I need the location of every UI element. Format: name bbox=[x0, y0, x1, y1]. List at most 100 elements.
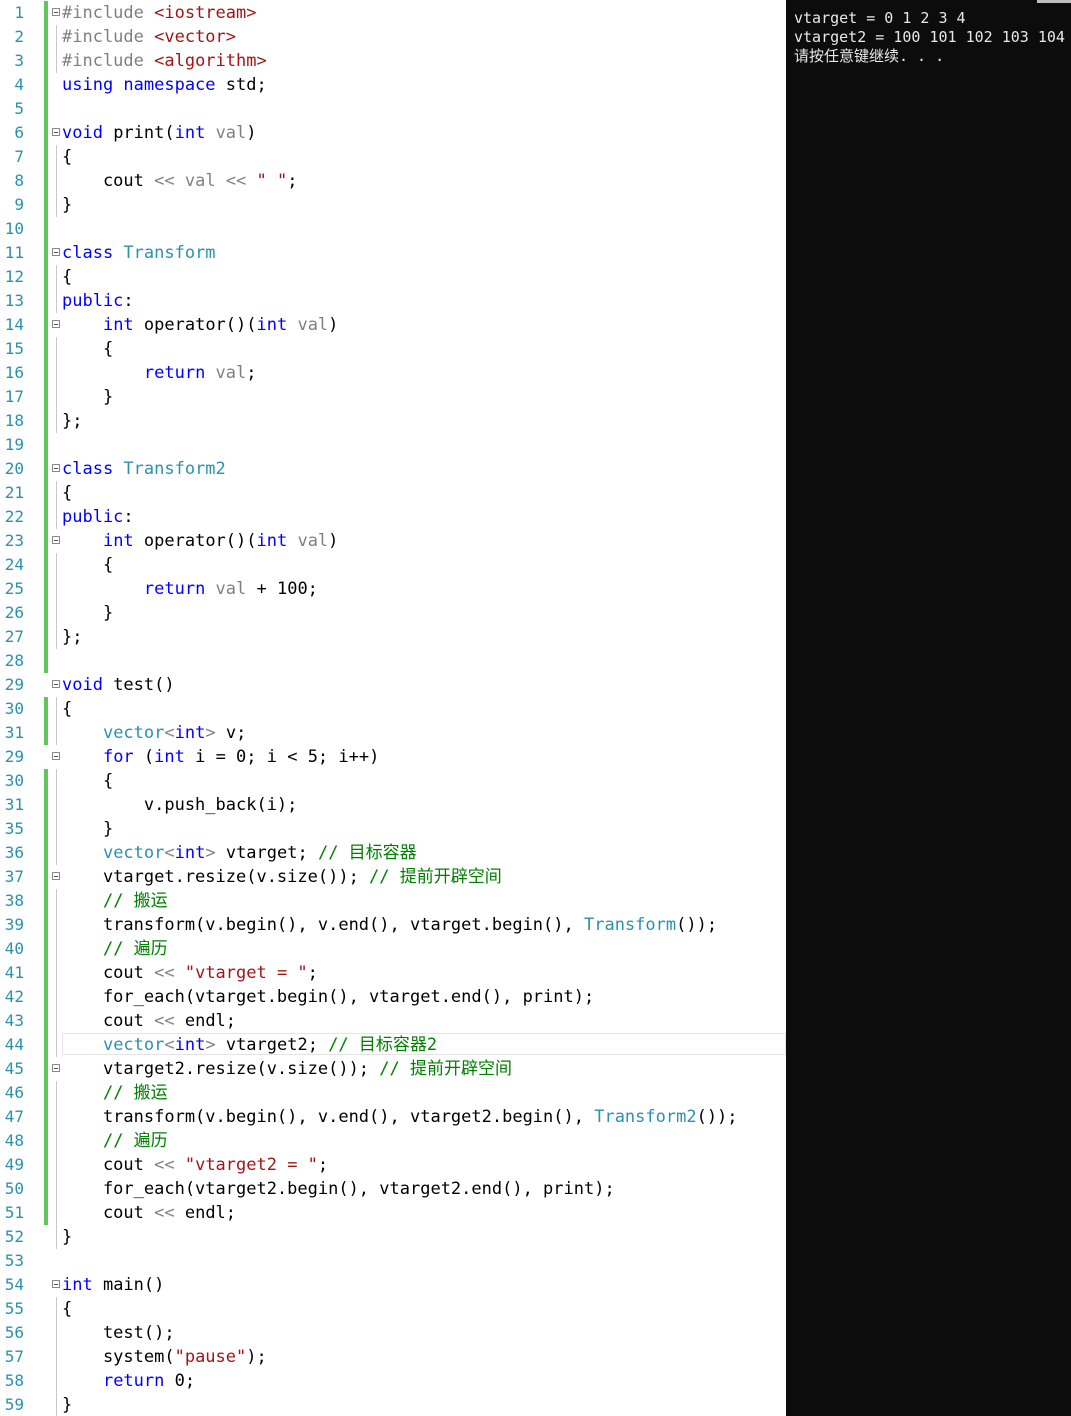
collapse-icon[interactable] bbox=[52, 872, 60, 880]
code-line[interactable]: 29 void test() bbox=[0, 673, 786, 697]
code-text[interactable]: vector<int> v; bbox=[62, 721, 246, 745]
code-text[interactable]: class Transform2 bbox=[62, 457, 226, 481]
code-text[interactable]: { bbox=[62, 553, 113, 577]
console-window[interactable]: vtarget = 0 1 2 3 4 vtarget2 = 100 101 1… bbox=[786, 0, 1071, 1416]
code-line[interactable]: 6 void print(int val) bbox=[0, 121, 786, 145]
code-line[interactable]: 57 system("pause"); bbox=[0, 1345, 786, 1369]
code-line[interactable]: 23 int operator()(int val) bbox=[0, 529, 786, 553]
code-line[interactable]: 48 // 遍历 bbox=[0, 1129, 786, 1153]
code-line[interactable]: 14 int operator()(int val) bbox=[0, 313, 786, 337]
code-text[interactable]: return 0; bbox=[62, 1369, 195, 1393]
code-line[interactable]: 58 return 0; bbox=[0, 1369, 786, 1393]
code-line[interactable]: 28 bbox=[0, 649, 786, 673]
code-text[interactable]: return val; bbox=[62, 361, 257, 385]
code-text[interactable]: v.push_back(i); bbox=[62, 793, 298, 817]
code-text[interactable]: // 搬运 bbox=[62, 1081, 168, 1105]
code-line[interactable]: 40 // 遍历 bbox=[0, 937, 786, 961]
code-line[interactable]: 45 vtarget2.resize(v.size()); // 提前开辟空间 bbox=[0, 1057, 786, 1081]
code-text[interactable]: int main() bbox=[62, 1273, 164, 1297]
code-line[interactable]: 56 test(); bbox=[0, 1321, 786, 1345]
code-line[interactable]: 36 vector<int> vtarget; // 目标容器 bbox=[0, 841, 786, 865]
code-line[interactable]: 17 } bbox=[0, 385, 786, 409]
code-line[interactable]: 18}; bbox=[0, 409, 786, 433]
code-line[interactable]: 47 transform(v.begin(), v.end(), vtarget… bbox=[0, 1105, 786, 1129]
collapse-icon[interactable] bbox=[52, 752, 60, 760]
code-text[interactable]: { bbox=[62, 337, 113, 361]
code-text[interactable]: { bbox=[62, 769, 113, 793]
code-text[interactable]: vtarget.resize(v.size()); // 提前开辟空间 bbox=[62, 865, 502, 889]
code-line[interactable]: 26 } bbox=[0, 601, 786, 625]
code-text[interactable]: // 遍历 bbox=[62, 1129, 168, 1153]
collapse-icon[interactable] bbox=[52, 8, 60, 16]
code-text[interactable]: for_each(vtarget2.begin(), vtarget2.end(… bbox=[62, 1177, 615, 1201]
code-text[interactable]: #include <algorithm> bbox=[62, 49, 267, 73]
code-text[interactable]: // 搬运 bbox=[62, 889, 168, 913]
code-line[interactable]: 49 cout << "vtarget2 = "; bbox=[0, 1153, 786, 1177]
code-text[interactable]: system("pause"); bbox=[62, 1345, 267, 1369]
code-text[interactable]: { bbox=[62, 145, 72, 169]
code-text[interactable]: for (int i = 0; i < 5; i++) bbox=[62, 745, 379, 769]
code-line[interactable]: 10 bbox=[0, 217, 786, 241]
collapse-icon[interactable] bbox=[52, 320, 60, 328]
code-line[interactable]: 3 #include <algorithm> bbox=[0, 49, 786, 73]
collapse-icon[interactable] bbox=[52, 248, 60, 256]
code-text[interactable]: int operator()(int val) bbox=[62, 529, 338, 553]
code-text[interactable]: void test() bbox=[62, 673, 175, 697]
code-line[interactable]: 22 public: bbox=[0, 505, 786, 529]
code-line[interactable]: 9} bbox=[0, 193, 786, 217]
code-text[interactable]: public: bbox=[62, 505, 134, 529]
code-text[interactable]: vector<int> vtarget; // 目标容器 bbox=[62, 841, 417, 865]
code-text[interactable]: using namespace std; bbox=[62, 73, 267, 97]
code-text[interactable]: { bbox=[62, 481, 72, 505]
code-line[interactable]: 30 { bbox=[0, 697, 786, 721]
code-line[interactable]: 53 bbox=[0, 1249, 786, 1273]
code-line[interactable]: 5 bbox=[0, 97, 786, 121]
code-line[interactable]: 20 class Transform2 bbox=[0, 457, 786, 481]
code-line[interactable]: 31 vector<int> v; bbox=[0, 721, 786, 745]
code-text[interactable]: // 遍历 bbox=[62, 937, 168, 961]
code-line[interactable]: 1 #include <iostream> bbox=[0, 1, 786, 25]
code-line[interactable]: 39 transform(v.begin(), v.end(), vtarget… bbox=[0, 913, 786, 937]
code-line[interactable]: 41 cout << "vtarget = "; bbox=[0, 961, 786, 985]
code-text[interactable]: }; bbox=[62, 409, 82, 433]
code-text[interactable]: for_each(vtarget.begin(), vtarget.end(),… bbox=[62, 985, 594, 1009]
code-line[interactable]: 42 for_each(vtarget.begin(), vtarget.end… bbox=[0, 985, 786, 1009]
code-line[interactable]: 50 for_each(vtarget2.begin(), vtarget2.e… bbox=[0, 1177, 786, 1201]
code-line[interactable]: 2 #include <vector> bbox=[0, 25, 786, 49]
code-text[interactable]: public: bbox=[62, 289, 134, 313]
code-line[interactable]: 51 cout << endl; bbox=[0, 1201, 786, 1225]
code-line[interactable]: 24 { bbox=[0, 553, 786, 577]
code-text[interactable]: { bbox=[62, 265, 72, 289]
code-line[interactable]: 55 { bbox=[0, 1297, 786, 1321]
code-text[interactable]: } bbox=[62, 601, 113, 625]
code-line[interactable]: 12 { bbox=[0, 265, 786, 289]
code-line[interactable]: 52} bbox=[0, 1225, 786, 1249]
code-line[interactable]: 16 return val; bbox=[0, 361, 786, 385]
code-line[interactable]: 30 { bbox=[0, 769, 786, 793]
code-text[interactable]: transform(v.begin(), v.end(), vtarget2.b… bbox=[62, 1105, 738, 1129]
collapse-icon[interactable] bbox=[52, 128, 60, 136]
collapse-icon[interactable] bbox=[52, 464, 60, 472]
code-text[interactable]: } bbox=[62, 1225, 72, 1249]
code-text[interactable]: } bbox=[62, 1393, 72, 1416]
scrollbar-thumb[interactable] bbox=[1037, 0, 1071, 3]
code-line[interactable]: 44 vector<int> vtarget2; // 目标容器2 bbox=[0, 1033, 786, 1057]
code-text[interactable]: test(); bbox=[62, 1321, 175, 1345]
code-line[interactable]: 29 for (int i = 0; i < 5; i++) bbox=[0, 745, 786, 769]
code-line[interactable]: 7{ bbox=[0, 145, 786, 169]
code-text[interactable]: int operator()(int val) bbox=[62, 313, 338, 337]
code-line[interactable]: 27}; bbox=[0, 625, 786, 649]
collapse-icon[interactable] bbox=[52, 536, 60, 544]
code-text[interactable]: return val + 100; bbox=[62, 577, 318, 601]
code-line[interactable]: 37 vtarget.resize(v.size()); // 提前开辟空间 bbox=[0, 865, 786, 889]
code-line[interactable]: 46 // 搬运 bbox=[0, 1081, 786, 1105]
code-text[interactable]: cout << "vtarget2 = "; bbox=[62, 1153, 328, 1177]
code-editor[interactable]: 1 #include <iostream> 2 #include <vector> 3 #… bbox=[0, 0, 786, 1416]
code-text[interactable]: cout << endl; bbox=[62, 1201, 236, 1225]
collapse-icon[interactable] bbox=[52, 1064, 60, 1072]
code-line[interactable]: 11 class Transform bbox=[0, 241, 786, 265]
code-line[interactable]: 35 } bbox=[0, 817, 786, 841]
code-line[interactable]: 19 bbox=[0, 433, 786, 457]
code-text[interactable]: vtarget2.resize(v.size()); // 提前开辟空间 bbox=[62, 1057, 512, 1081]
code-text[interactable]: void print(int val) bbox=[62, 121, 257, 145]
